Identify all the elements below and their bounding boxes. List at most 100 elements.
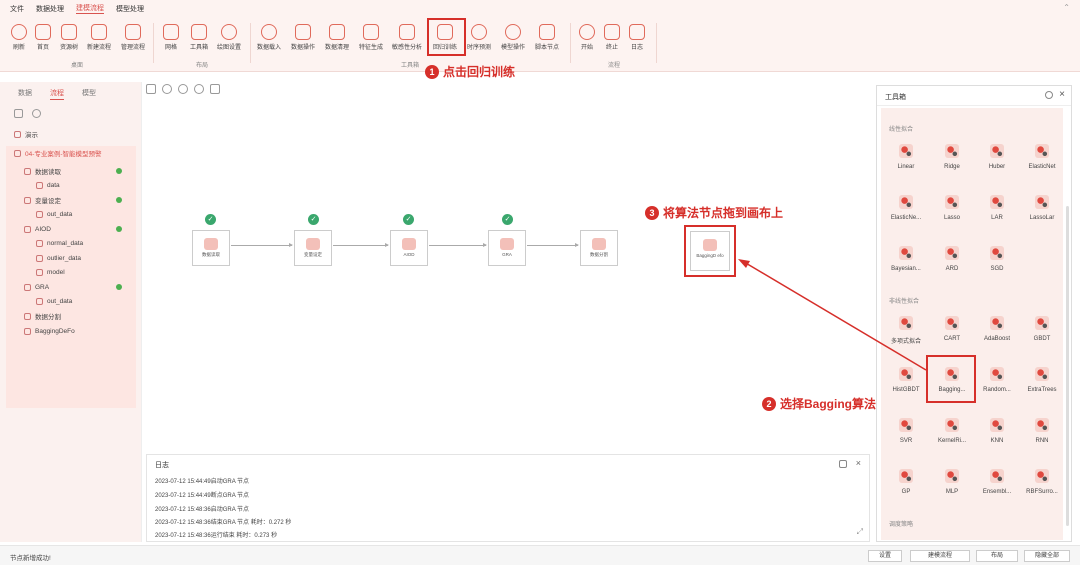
manage-flow-button[interactable]: 管理流程: [118, 20, 148, 51]
tool-histgbdt[interactable]: HistGBDT: [884, 367, 928, 393]
flow-node[interactable]: GRA: [488, 230, 526, 266]
flow-edge: [527, 243, 579, 247]
ribbon-toolbar: 刷新 首页 资源树 新建流程 管理流程 桌面 网格 工具箱 绘图设置 布局 数据…: [0, 17, 1080, 72]
add-icon[interactable]: [14, 109, 23, 118]
tree-item[interactable]: 变量设定: [24, 193, 136, 207]
tool-ridge[interactable]: Ridge: [930, 144, 974, 170]
pen-icon: [539, 24, 555, 40]
tool-linear[interactable]: Linear: [884, 144, 928, 170]
tree-item[interactable]: BaggingDeFo: [24, 324, 75, 338]
export-icon[interactable]: [210, 84, 220, 94]
step-number: 1: [425, 64, 439, 79]
tree-item[interactable]: 04-专业案例-智能模型预警: [14, 146, 102, 160]
tree-item[interactable]: outlier_data: [36, 251, 81, 265]
data-operation-button[interactable]: 数据操作: [288, 20, 318, 51]
tool-gbdt[interactable]: GBDT: [1020, 316, 1064, 342]
tree-item[interactable]: 演示: [14, 127, 38, 141]
home-icon[interactable]: [839, 460, 847, 468]
tool-lassolar[interactable]: LassoLar: [1020, 195, 1064, 221]
tool-adaboost[interactable]: AdaBoost: [975, 316, 1019, 342]
settings-button[interactable]: 设置: [868, 550, 902, 562]
tree-item[interactable]: out_data: [36, 294, 72, 308]
tree-item[interactable]: out_data: [36, 207, 72, 221]
tool-rnn[interactable]: RNN: [1020, 418, 1064, 444]
toolbox-scrollbar[interactable]: [1066, 206, 1069, 526]
tool-huber[interactable]: Huber: [975, 144, 1019, 170]
toolbox-button[interactable]: 工具箱: [184, 20, 214, 51]
node-icon: [24, 327, 31, 335]
table-icon: [36, 210, 43, 218]
resource-tree-button[interactable]: 资源树: [54, 20, 84, 51]
tree-item[interactable]: 数据分割: [24, 309, 61, 323]
tool-ard[interactable]: ARD: [930, 246, 974, 272]
hide-all-button[interactable]: 隐藏全部: [1024, 550, 1070, 562]
menu-file[interactable]: 文件: [10, 4, 24, 14]
layout-dropdown[interactable]: 布局: [976, 550, 1018, 562]
settings-icon[interactable]: [32, 109, 41, 118]
ribbon-divider: [250, 23, 251, 63]
menu-modeling-flow[interactable]: 建模流程: [76, 3, 104, 14]
tool-gp[interactable]: GP: [884, 469, 928, 495]
menu-data-processing[interactable]: 数据处理: [36, 4, 64, 14]
menu-model-processing[interactable]: 模型处理: [116, 4, 144, 14]
tool-elasticnet[interactable]: ElasticNet: [1020, 144, 1064, 170]
tool-lasso[interactable]: Lasso: [930, 195, 974, 221]
drawing-settings-button[interactable]: 绘图设置: [214, 20, 244, 51]
tree-item[interactable]: 数据读取: [24, 164, 136, 178]
tree-item[interactable]: GRA: [24, 280, 136, 294]
tool-rbf-surrogate[interactable]: RBFSurro...: [1020, 469, 1064, 495]
kernel-ridge-icon: [945, 418, 959, 432]
tool-cart[interactable]: CART: [930, 316, 974, 342]
flow-node[interactable]: 数据分割: [580, 230, 618, 266]
flow-node[interactable]: AIOD: [390, 230, 428, 266]
tool-sgd[interactable]: SGD: [975, 246, 1019, 272]
tool-polynomial[interactable]: 多项式拟合: [884, 316, 928, 345]
data-load-button[interactable]: 数据载入: [254, 20, 284, 51]
sidebar-tabs: 数据 流程 模型: [0, 82, 141, 100]
annotation-text: 选择Bagging算法: [780, 397, 876, 411]
tab-data[interactable]: 数据: [18, 88, 32, 100]
bagging-node[interactable]: BaggingD efo: [690, 231, 730, 271]
chevron-up-icon[interactable]: ⌃: [1063, 3, 1070, 12]
tool-random-forest[interactable]: Random...: [975, 367, 1019, 393]
tool-lar[interactable]: LAR: [975, 195, 1019, 221]
fit-icon[interactable]: [146, 84, 156, 94]
tree-item[interactable]: model: [36, 265, 65, 279]
ridge-icon: [945, 144, 959, 158]
expand-icon[interactable]: ⤢: [857, 527, 863, 537]
flow-node[interactable]: 数据读取: [192, 230, 230, 266]
modeling-flow-dropdown[interactable]: 建模流程: [910, 550, 970, 562]
tool-ensemble[interactable]: Ensembl...: [975, 469, 1019, 495]
tool-kernel-ridge[interactable]: KernelRi...: [930, 418, 974, 444]
sensitivity-analysis-button[interactable]: 敏感性分析: [392, 20, 422, 51]
grid-button[interactable]: 网格: [156, 20, 186, 51]
model-operation-button[interactable]: 模型操作: [498, 20, 528, 51]
tool-svr[interactable]: SVR: [884, 418, 928, 444]
tree-item[interactable]: data: [36, 178, 60, 192]
tree-item[interactable]: AIOD: [24, 222, 136, 236]
new-flow-button[interactable]: 新建流程: [84, 20, 114, 51]
tool-knn[interactable]: KNN: [975, 418, 1019, 444]
close-icon[interactable]: ×: [856, 458, 861, 468]
tab-flow[interactable]: 流程: [50, 88, 64, 100]
zoom-out-icon[interactable]: [194, 84, 204, 94]
feature-generation-button[interactable]: 特征生成: [356, 20, 386, 51]
ribbon-divider: [570, 23, 571, 63]
tool-elasticnet-cv[interactable]: ElasticNe...: [884, 195, 928, 221]
flow-canvas[interactable]: [142, 82, 870, 454]
gear-icon[interactable]: [1045, 91, 1053, 99]
zoom-in-icon[interactable]: [178, 84, 188, 94]
node-icon: [24, 196, 31, 204]
time-series-button[interactable]: 时序预测: [464, 20, 494, 51]
center-icon[interactable]: [162, 84, 172, 94]
tree-item[interactable]: normal_data: [36, 236, 83, 250]
script-node-button[interactable]: 脚本节点: [532, 20, 562, 51]
flow-node[interactable]: 变量设定: [294, 230, 332, 266]
tool-mlp[interactable]: MLP: [930, 469, 974, 495]
tool-extratrees[interactable]: ExtraTrees: [1020, 367, 1064, 393]
tool-bayesian[interactable]: Bayesian...: [884, 246, 928, 272]
close-icon[interactable]: ×: [1059, 89, 1065, 100]
data-cleaning-button[interactable]: 数据清理: [322, 20, 352, 51]
log-button[interactable]: 日志: [622, 20, 652, 51]
tab-model[interactable]: 模型: [82, 88, 96, 100]
